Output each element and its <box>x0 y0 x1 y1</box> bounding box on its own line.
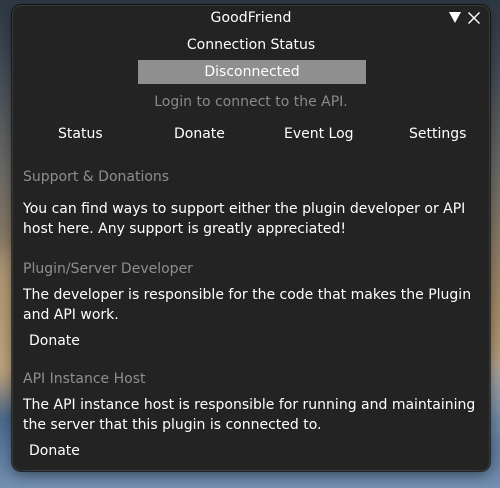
connection-status-bar: Disconnected <box>138 60 366 84</box>
host-text: The API instance host is responsible for… <box>23 397 476 433</box>
close-icon <box>468 12 480 24</box>
connection-status-heading: Connection Status <box>186 37 316 53</box>
support-heading: Support & Donations <box>23 169 170 185</box>
minimize-button[interactable] <box>447 10 463 26</box>
support-text: You can find ways to support either the … <box>23 201 466 237</box>
donate-developer-button[interactable]: Donate <box>29 333 80 349</box>
donate-host-button[interactable]: Donate <box>29 443 80 459</box>
tab-donate[interactable]: Donate <box>174 126 225 142</box>
tab-event-log[interactable]: Event Log <box>284 126 354 142</box>
tab-bar: Status Donate Event Log Settings <box>13 126 489 146</box>
developer-text: The developer is responsible for the cod… <box>23 287 472 323</box>
host-heading: API Instance Host <box>23 371 146 387</box>
title-bar[interactable]: GoodFriend <box>13 6 489 30</box>
window-title: GoodFriend <box>210 10 292 26</box>
close-button[interactable] <box>466 10 482 26</box>
plugin-window: GoodFriend Connection Status Disconnecte… <box>12 5 490 471</box>
tab-status[interactable]: Status <box>58 126 103 142</box>
triangle-down-icon <box>449 12 461 23</box>
developer-heading: Plugin/Server Developer <box>23 261 193 277</box>
login-hint: Login to connect to the API. <box>154 94 348 110</box>
tab-settings[interactable]: Settings <box>409 126 466 142</box>
